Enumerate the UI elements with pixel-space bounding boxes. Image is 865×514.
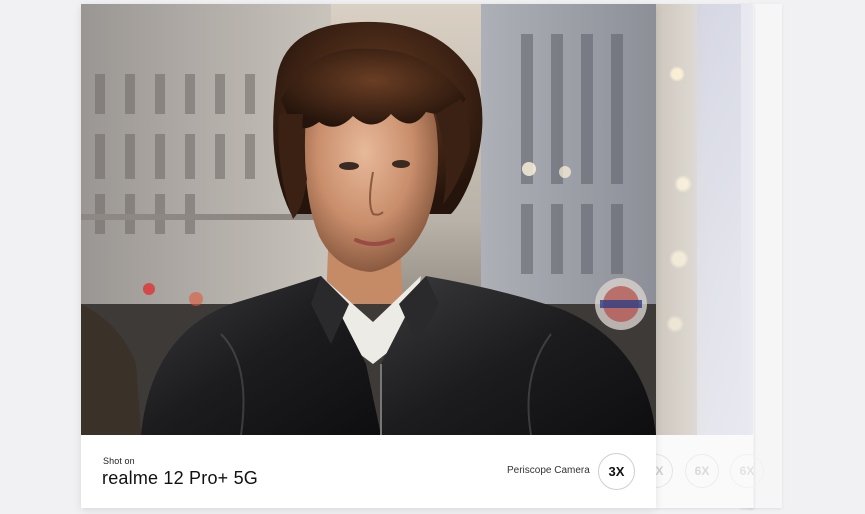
- next-sample-photo: [655, 4, 753, 435]
- photo-caption-footer: Shot on realme 12 Pro+ 5G Periscope Came…: [81, 435, 656, 508]
- gallery-card-current[interactable]: Shot on realme 12 Pro+ 5G Periscope Came…: [81, 4, 656, 508]
- zoom-level-badge[interactable]: 3X: [598, 453, 635, 490]
- next-card-footer: 6X 6X 6X: [639, 435, 764, 508]
- next-zoom-badge-3: 6X: [730, 454, 764, 488]
- portrait-illustration: [81, 4, 656, 435]
- gallery-card-next[interactable]: 6X 6X 6X: [639, 4, 764, 508]
- shot-on-label: Shot on: [103, 456, 135, 466]
- sample-photo-portrait: [81, 4, 656, 435]
- next-zoom-badge-2: 6X: [685, 454, 719, 488]
- device-name: realme 12 Pro+ 5G: [102, 468, 258, 488]
- camera-type-label: Periscope Camera: [507, 465, 590, 476]
